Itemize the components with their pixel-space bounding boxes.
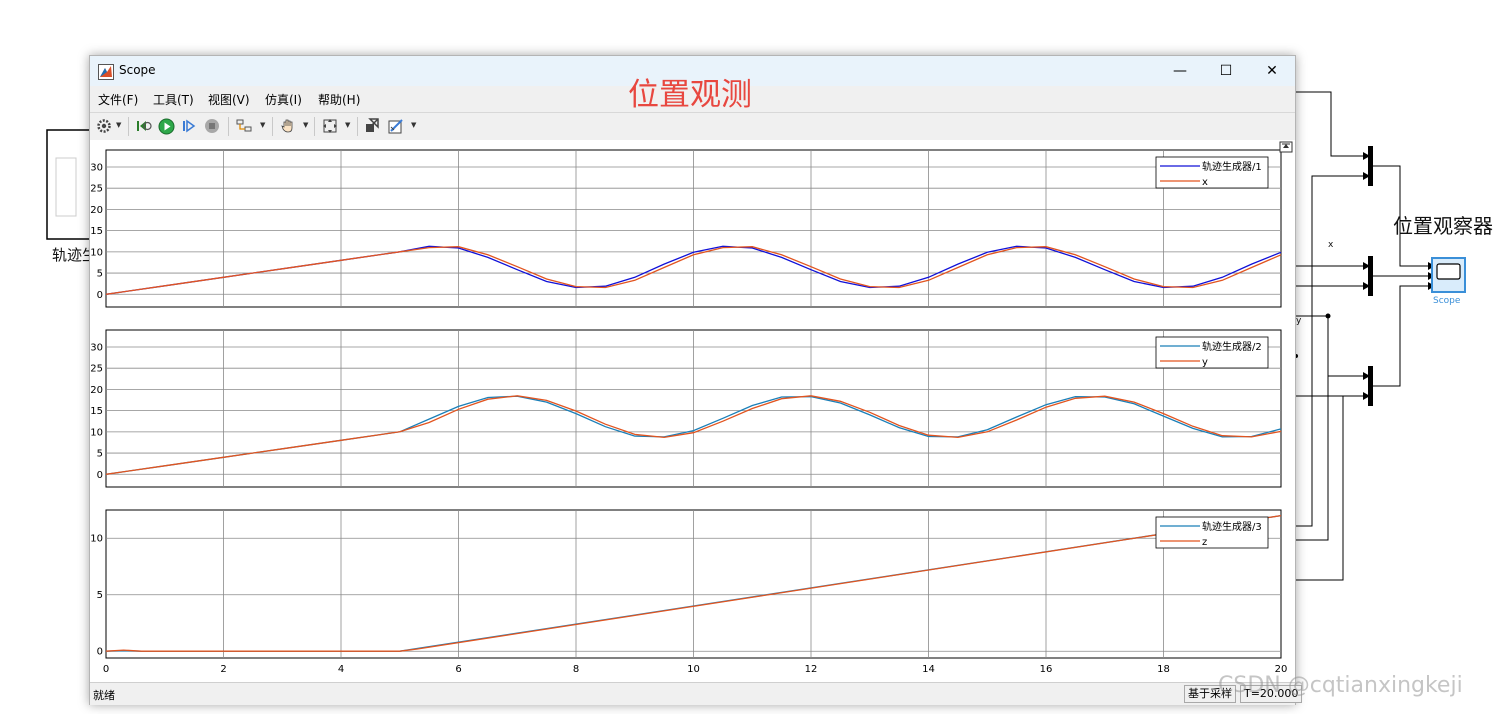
menu-view[interactable]: 视图(V) (208, 91, 250, 108)
y-tick-label: 20 (90, 385, 103, 396)
x-tick-label: 12 (805, 664, 818, 675)
menu-tools[interactable]: 工具(T) (153, 91, 194, 108)
plot-area: 0 5 10 15 20 25 30 轨迹生成器/1 x 0 5 10 15 20 25 30 轨迹生成器/2… (90, 140, 1295, 682)
x-tick-label: 0 (103, 664, 109, 675)
axes-z[interactable]: 0 2 4 6 8 10 12 14 16 18 200510轨迹生成器/3z (90, 509, 1287, 675)
y-tick-label: 25 (90, 184, 103, 195)
highlight-icon[interactable] (363, 117, 381, 135)
overlay-title: 位置观测 (628, 77, 752, 113)
x-tick-label: 18 (1157, 664, 1170, 675)
position-observer-label: 位置观察器 (1393, 214, 1493, 238)
y-tick-label: 30 (90, 162, 103, 173)
status-bar: 就绪 基于采样 T=20.000 (90, 682, 1303, 705)
mux-y-block[interactable] (1368, 256, 1373, 296)
menu-help[interactable]: 帮助(H) (318, 91, 360, 108)
axes-x[interactable]: 0 5 10 15 20 25 30 轨迹生成器/1 x (90, 149, 1282, 308)
legend-label: z (1202, 537, 1207, 548)
legend-label: 轨迹生成器/1 (1202, 160, 1262, 173)
step-forward-icon[interactable] (180, 117, 198, 135)
legend-label: x (1202, 177, 1208, 188)
x-tick-label: 8 (573, 664, 579, 675)
y-tick-label: 5 (97, 269, 103, 280)
step-back-icon[interactable] (135, 117, 153, 135)
layout-icon[interactable] (235, 117, 253, 135)
y-tick-label: 0 (97, 470, 103, 481)
y-tick-label: 20 (90, 205, 103, 216)
y-tick-label: 30 (90, 342, 103, 353)
x-tick-label: 4 (338, 664, 344, 675)
settings-icon[interactable] (95, 117, 113, 135)
legend-label: 轨迹生成器/3 (1202, 520, 1262, 533)
run-icon[interactable] (157, 117, 175, 135)
y-tick-label: 0 (97, 290, 103, 301)
plots-svg[interactable]: 051015202530 轨迹生成器/1x 051015202530 轨迹生成器/2… (90, 140, 1295, 682)
legend-label: y (1202, 357, 1208, 368)
y-tick-label: 5 (97, 590, 103, 601)
window-title: Scope (119, 63, 156, 77)
maximize-icon: ☐ (1219, 63, 1233, 79)
settings-dropdown-icon[interactable]: ▼ (116, 121, 121, 129)
pan-icon[interactable] (279, 117, 297, 135)
pan-dropdown-icon[interactable]: ▼ (303, 121, 308, 129)
y-tick-label: 25 (90, 364, 103, 375)
status-ready: 就绪 (93, 689, 115, 702)
signal-x-label: x (1328, 240, 1334, 250)
y-tick-label: 15 (90, 226, 103, 237)
x-tick-label: 6 (455, 664, 461, 675)
y-tick-label: 5 (97, 449, 103, 460)
undock-plot-icon[interactable] (1279, 141, 1293, 153)
style-icon[interactable] (387, 117, 405, 135)
style-dropdown-icon[interactable]: ▼ (411, 121, 416, 129)
signal-y-label: y (1296, 316, 1302, 326)
mux-x-block[interactable] (1368, 146, 1373, 186)
zoom-dropdown-icon[interactable]: ▼ (345, 121, 350, 129)
signal-wires (1294, 91, 1430, 581)
menu-simulation[interactable]: 仿真(I) (265, 91, 302, 108)
x-tick-label: 14 (922, 664, 935, 675)
legend-label: 轨迹生成器/2 (1202, 340, 1262, 353)
x-tick-label: 2 (220, 664, 226, 675)
minimize-icon: — (1173, 63, 1187, 79)
close-button[interactable]: ✕ (1249, 56, 1295, 86)
matlab-icon (98, 64, 114, 80)
minimize-button[interactable]: — (1157, 56, 1203, 86)
y-tick-label: 15 (90, 406, 103, 417)
menu-file[interactable]: 文件(F) (98, 91, 138, 108)
y-tick-label: 10 (90, 427, 103, 438)
x-tick-label: 10 (687, 664, 700, 675)
axes-y[interactable]: 0 5 10 15 20 25 30 轨迹生成器/2 y (90, 329, 1282, 488)
close-icon: ✕ (1266, 63, 1278, 79)
csdn-watermark: CSDN @cqtianxingkeji (1218, 673, 1463, 698)
y-tick-label: 10 (90, 534, 103, 545)
y-tick-label: 10 (90, 247, 103, 258)
scope-window: Scope — ☐ ✕ 文件(F) 工具(T) 视图(V) 仿真(I) 帮助(H… (89, 55, 1303, 705)
stop-icon[interactable] (203, 117, 221, 135)
mux-z-block[interactable] (1368, 366, 1373, 406)
scope-block-label: Scope (1433, 296, 1461, 306)
zoom-fit-icon[interactable] (321, 117, 339, 135)
toolbar: ▼ ▼ ▼ ▼ ▼ (90, 112, 1295, 141)
layout-dropdown-icon[interactable]: ▼ (260, 121, 265, 129)
y-tick-label: 0 (97, 647, 103, 658)
maximize-button[interactable]: ☐ (1203, 56, 1249, 86)
x-tick-label: 16 (1040, 664, 1053, 675)
